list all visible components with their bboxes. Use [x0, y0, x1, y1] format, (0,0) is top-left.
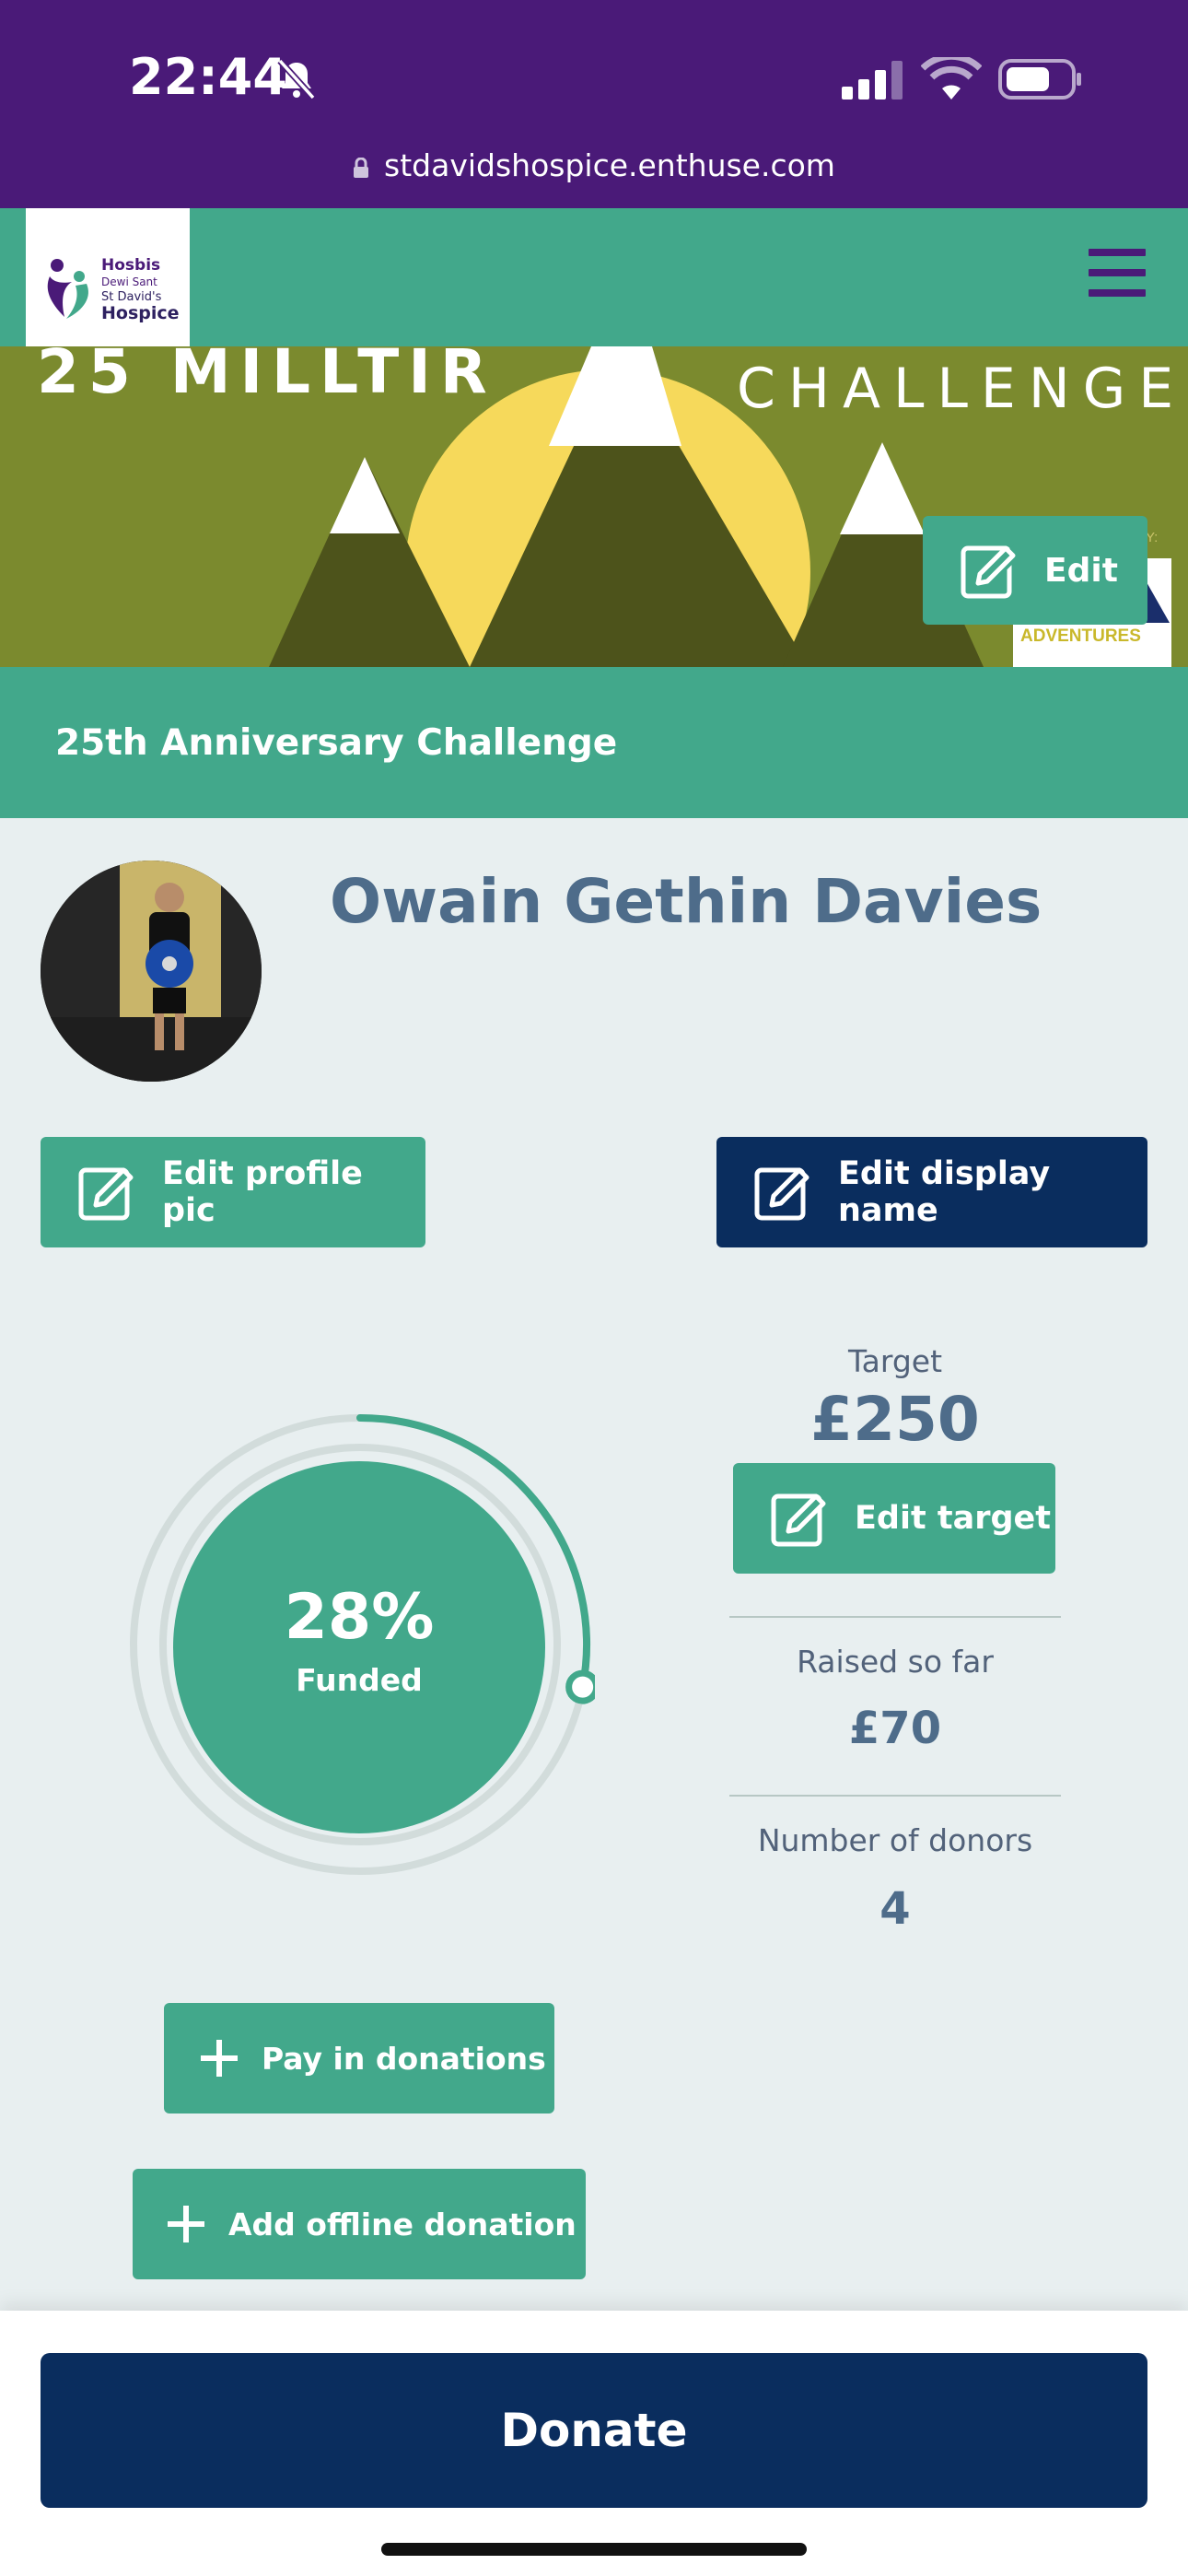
address-bar[interactable]: stdavidshospice.enthuse.com	[0, 147, 1188, 183]
home-indicator	[381, 2543, 807, 2556]
logo-line-2: Dewi Sant	[101, 275, 157, 288]
avatar	[41, 861, 262, 1082]
edit-banner-button[interactable]: Edit	[923, 516, 1147, 625]
edit-pencil-icon	[771, 1493, 826, 1547]
banner-left-text: 25 MILLTIR	[37, 346, 496, 407]
edit-display-name-button[interactable]: Edit display name	[716, 1137, 1147, 1247]
wifi-icon	[921, 57, 982, 100]
status-time: 22:44	[129, 48, 287, 106]
cellular-signal-icon	[842, 61, 903, 100]
add-offline-donation-label: Add offline donation	[228, 2206, 577, 2242]
progress-knob	[565, 1669, 595, 1704]
url-text: stdavidshospice.enthuse.com	[384, 147, 835, 183]
battery-icon	[998, 59, 1081, 100]
challenge-title: 25th Anniversary Challenge	[0, 667, 1188, 818]
plus-icon	[168, 2206, 204, 2242]
status-bar: 22:44 stdavidshospice.enthuse.com	[0, 0, 1188, 208]
target-value: £250	[810, 1384, 980, 1455]
edit-display-name-label: Edit display name	[838, 1155, 1051, 1229]
funded-circle: 28% Funded	[173, 1461, 545, 1833]
edit-pencil-icon	[961, 543, 1019, 599]
pay-in-donations-button[interactable]: Pay in donations	[164, 2003, 554, 2113]
hospice-heart-logo-icon	[47, 259, 88, 319]
edit-profile-pic-label: Edit profile pic	[162, 1155, 363, 1229]
donors-value: 4	[879, 1883, 911, 1935]
logo-line-1: Hosbis	[101, 256, 161, 275]
edit-banner-label: Edit	[1044, 551, 1118, 590]
stats-divider	[729, 1795, 1061, 1797]
logo-line-3: St David's	[101, 290, 162, 304]
banner-right-text: CHALLENGE	[737, 357, 1186, 421]
stats-divider	[729, 1616, 1061, 1618]
funded-label: Funded	[296, 1662, 423, 1698]
menu-hamburger-icon[interactable]	[1089, 249, 1146, 302]
raised-label: Raised so far	[797, 1644, 994, 1680]
donors-label: Number of donors	[757, 1822, 1033, 1858]
display-name: Owain Gethin Davies	[330, 866, 1042, 937]
logo-line-4: Hospice	[101, 303, 180, 323]
plus-icon	[201, 2040, 238, 2077]
edit-target-label: Edit target	[855, 1500, 1052, 1537]
partner-text: ADVENTURES	[1020, 626, 1141, 646]
edit-pencil-icon	[78, 1167, 134, 1221]
funded-percent: 28%	[284, 1581, 435, 1654]
pay-in-donations-label: Pay in donations	[262, 2040, 546, 2077]
raised-value: £70	[848, 1703, 942, 1754]
silent-bell-icon	[277, 58, 316, 100]
target-label: Target	[847, 1343, 943, 1379]
edit-target-button[interactable]: Edit target	[733, 1463, 1055, 1574]
lock-icon	[354, 158, 369, 178]
avatar-photo	[41, 861, 262, 1082]
donate-button[interactable]: Donate	[41, 2353, 1147, 2508]
edit-pencil-icon	[754, 1167, 809, 1221]
edit-profile-pic-button[interactable]: Edit profile pic	[41, 1137, 425, 1247]
add-offline-donation-button[interactable]: Add offline donation	[133, 2169, 586, 2279]
